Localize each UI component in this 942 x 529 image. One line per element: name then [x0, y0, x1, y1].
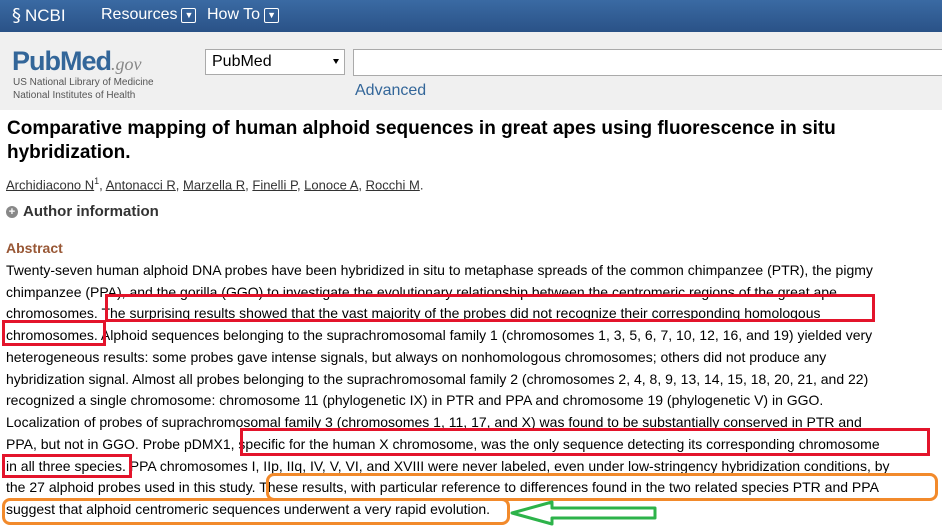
advanced-search-link[interactable]: Advanced [355, 82, 426, 100]
author-link[interactable]: Lonoce A [304, 177, 358, 192]
author-information-toggle[interactable]: + Author information [6, 203, 159, 220]
pubmed-subtitle-nlm: US National Library of Medicine [13, 77, 154, 88]
highlight-box-red [2, 320, 106, 346]
search-input[interactable] [353, 49, 942, 76]
pubmed-logo-text: PubMed [12, 46, 112, 76]
green-arrow-icon [510, 500, 657, 526]
author-link[interactable]: Archidiacono N [6, 177, 94, 192]
article-title-line: hybridization. [7, 142, 131, 163]
resources-menu[interactable]: Resources ▼ [101, 6, 197, 24]
author-link[interactable]: Antonacci R [106, 177, 176, 192]
author-affiliation-sup: 1 [94, 176, 100, 186]
author-link[interactable]: Marzella R [183, 177, 245, 192]
ncbi-helix-icon: § [12, 5, 21, 26]
ncbi-header-bar: § NCBI Resources ▼ How To ▼ [0, 0, 942, 32]
abstract-line: in all three species. PPA chromosomes I,… [6, 458, 890, 474]
abstract-line: heterogeneous results: some probes gave … [6, 349, 827, 365]
abstract-line: hybridization signal. Almost all probes … [6, 371, 869, 387]
abstract-line: chromosomes. Alphoid sequences belonging… [6, 327, 873, 343]
article-title: Comparative mapping of human alphoid seq… [7, 117, 907, 165]
ncbi-logo-text: NCBI [25, 5, 66, 25]
highlight-box-red [240, 428, 930, 456]
highlight-box-orange [266, 473, 938, 501]
author-link[interactable]: Rocchi M [366, 177, 420, 192]
pubmed-logo-suffix: .gov [111, 54, 142, 74]
chevron-down-icon: ▼ [181, 7, 197, 23]
author-link[interactable]: Finelli P [252, 177, 297, 192]
how-to-menu-label: How To [207, 6, 261, 23]
pubmed-logo[interactable]: PubMed.gov [12, 46, 142, 77]
chevron-down-icon: ▼ [264, 7, 280, 23]
abstract-line: recognized a single chromosome: chromoso… [6, 392, 824, 408]
resources-menu-label: Resources [101, 6, 178, 23]
abstract-line: Twenty-seven human alphoid DNA probes ha… [6, 262, 873, 278]
database-select[interactable]: PubMed [205, 49, 345, 75]
database-select-value: PubMed [212, 53, 272, 70]
highlight-box-red [105, 294, 875, 322]
abstract-heading: Abstract [6, 240, 63, 256]
ncbi-logo[interactable]: § NCBI [12, 5, 66, 26]
highlight-box-red [2, 454, 132, 478]
author-list: Archidiacono N1, Antonacci R, Marzella R… [6, 176, 424, 193]
expand-plus-icon: + [6, 205, 18, 218]
author-information-label: Author information [23, 203, 159, 220]
how-to-menu[interactable]: How To ▼ [207, 6, 280, 24]
article-title-line: Comparative mapping of human alphoid seq… [7, 118, 836, 139]
dropdown-arrow-icon [333, 59, 339, 64]
pubmed-subtitle-nih: National Institutes of Health [13, 90, 136, 101]
highlight-box-orange [2, 498, 510, 525]
